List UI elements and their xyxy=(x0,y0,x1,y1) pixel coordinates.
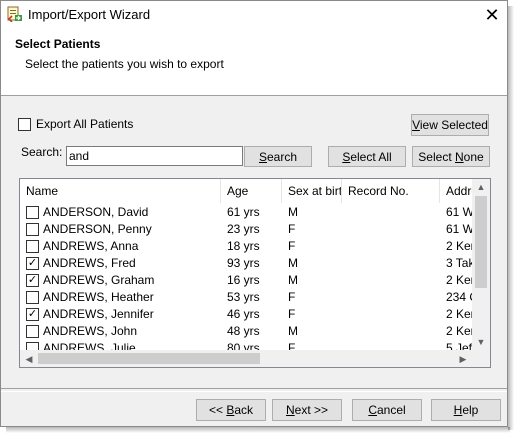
cell-name: ANDREWS, Anna xyxy=(43,239,139,253)
patient-list[interactable]: Name Age Sex at birth Record No. Addre A… xyxy=(19,178,491,368)
cell-address: 2 Ker xyxy=(446,324,472,338)
check-icon: ✓ xyxy=(27,308,38,320)
cell-record xyxy=(348,204,438,221)
cell-name: ANDREWS, Graham xyxy=(43,273,155,287)
cell-sex: F xyxy=(288,290,296,304)
vertical-scroll-thumb[interactable] xyxy=(475,196,487,288)
cell-sex: F xyxy=(288,307,296,321)
cell-sex: M xyxy=(288,205,298,219)
check-icon: ✓ xyxy=(27,274,38,286)
row-checkbox[interactable] xyxy=(26,206,39,219)
cell-sex: M xyxy=(288,324,298,338)
scroll-down-icon[interactable]: ▼ xyxy=(472,334,490,350)
scroll-up-icon[interactable]: ▲ xyxy=(472,179,490,195)
cell-sex: M xyxy=(288,256,298,270)
import-export-icon xyxy=(7,6,22,22)
back-button[interactable]: << Back xyxy=(196,399,266,421)
cell-age: 18 yrs xyxy=(227,239,260,253)
footer-separator xyxy=(1,388,507,392)
table-row[interactable]: ✓ ANDREWS, Fred 93 yrs M 3 Tak xyxy=(20,255,472,272)
row-checkbox[interactable]: ✓ xyxy=(26,274,39,287)
page-subtitle: Select the patients you wish to export xyxy=(25,57,224,71)
cell-record xyxy=(348,221,438,238)
row-checkbox[interactable] xyxy=(26,325,39,338)
view-selected-button[interactable]: View Selected xyxy=(411,114,489,136)
table-row[interactable]: ANDREWS, Heather 53 yrs F 234 C xyxy=(20,289,472,306)
column-header-address[interactable]: Addre xyxy=(440,179,472,203)
select-none-button[interactable]: Select None xyxy=(412,146,490,167)
cell-sex: F xyxy=(288,239,296,253)
title-bar: Import/Export Wizard ✕ xyxy=(1,1,507,29)
column-header-sex[interactable]: Sex at birth xyxy=(282,179,342,203)
cell-name: ANDERSON, David xyxy=(43,205,149,219)
cell-age: 23 yrs xyxy=(227,222,260,236)
cell-record xyxy=(348,272,438,289)
cell-age: 46 yrs xyxy=(227,307,260,321)
cell-record xyxy=(348,323,438,340)
vertical-scrollbar[interactable]: ▲ ▼ xyxy=(472,179,490,350)
horizontal-scrollbar[interactable]: ◀ ▶ xyxy=(20,350,472,367)
select-all-button[interactable]: Select All xyxy=(328,146,406,167)
cell-age: 93 yrs xyxy=(227,256,260,270)
check-icon: ✓ xyxy=(27,257,38,269)
cell-name: ANDERSON, Penny xyxy=(43,222,152,236)
cell-address: 61 W xyxy=(446,222,472,236)
close-icon: ✕ xyxy=(484,5,500,25)
cell-address: 2 Ker xyxy=(446,273,472,287)
cell-record xyxy=(348,238,438,255)
cell-record xyxy=(348,255,438,272)
horizontal-scroll-thumb[interactable] xyxy=(38,353,260,364)
search-label: Search: xyxy=(21,145,63,159)
table-row[interactable]: ✓ ANDREWS, Jennifer 46 yrs F 2 Ker xyxy=(20,306,472,323)
wizard-header: Select Patients Select the patients you … xyxy=(1,29,507,96)
page-title: Select Patients xyxy=(15,37,101,51)
scrollbar-corner xyxy=(472,350,490,367)
help-button[interactable]: Help xyxy=(431,399,501,421)
window-title: Import/Export Wizard xyxy=(28,7,151,22)
cell-address: 2 Ker xyxy=(446,239,472,253)
cancel-button[interactable]: Cancel xyxy=(352,399,422,421)
cell-age: 61 yrs xyxy=(227,205,260,219)
cell-record xyxy=(348,306,438,323)
column-header-name[interactable]: Name xyxy=(20,179,221,203)
cell-address: 234 C xyxy=(446,290,472,304)
search-button[interactable]: Search xyxy=(244,146,312,167)
cell-age: 53 yrs xyxy=(227,290,260,304)
cell-address: 61 W xyxy=(446,205,472,219)
column-header-age[interactable]: Age xyxy=(221,179,282,203)
cell-record xyxy=(348,289,438,306)
cell-name: ANDREWS, Fred xyxy=(43,256,136,270)
column-header-record[interactable]: Record No. xyxy=(342,179,440,203)
cell-age: 16 yrs xyxy=(227,273,260,287)
row-checkbox[interactable] xyxy=(26,240,39,253)
table-row[interactable]: ANDREWS, Anna 18 yrs F 2 Ker xyxy=(20,238,472,255)
export-all-label[interactable]: Export All Patients xyxy=(36,117,133,131)
table-row[interactable]: ANDERSON, David 61 yrs M 61 W xyxy=(20,204,472,221)
cell-name: ANDREWS, Jennifer xyxy=(43,307,154,321)
search-input[interactable] xyxy=(66,146,243,166)
cell-name: ANDREWS, John xyxy=(43,324,138,338)
scroll-right-icon[interactable]: ▶ xyxy=(454,351,472,367)
scroll-left-icon[interactable]: ◀ xyxy=(20,351,38,367)
next-button[interactable]: Next >> xyxy=(272,399,342,421)
table-row[interactable]: ✓ ANDREWS, Graham 16 yrs M 2 Ker xyxy=(20,272,472,289)
export-all-checkbox[interactable] xyxy=(18,118,31,131)
close-button[interactable]: ✕ xyxy=(477,1,507,29)
row-checkbox[interactable]: ✓ xyxy=(26,257,39,270)
cell-sex: F xyxy=(288,222,296,236)
row-checkbox[interactable] xyxy=(26,291,39,304)
table-row[interactable]: ANDERSON, Penny 23 yrs F 61 W xyxy=(20,221,472,238)
cell-sex: M xyxy=(288,273,298,287)
table-row[interactable]: ANDREWS, John 48 yrs M 2 Ker xyxy=(20,323,472,340)
import-export-wizard-window: Import/Export Wizard ✕ Select Patients S… xyxy=(0,0,508,427)
cell-address: 2 Ker xyxy=(446,307,472,321)
cell-address: 3 Tak xyxy=(446,256,472,270)
cell-age: 48 yrs xyxy=(227,324,260,338)
cell-name: ANDREWS, Heather xyxy=(43,290,154,304)
row-checkbox[interactable] xyxy=(26,223,39,236)
row-checkbox[interactable]: ✓ xyxy=(26,308,39,321)
